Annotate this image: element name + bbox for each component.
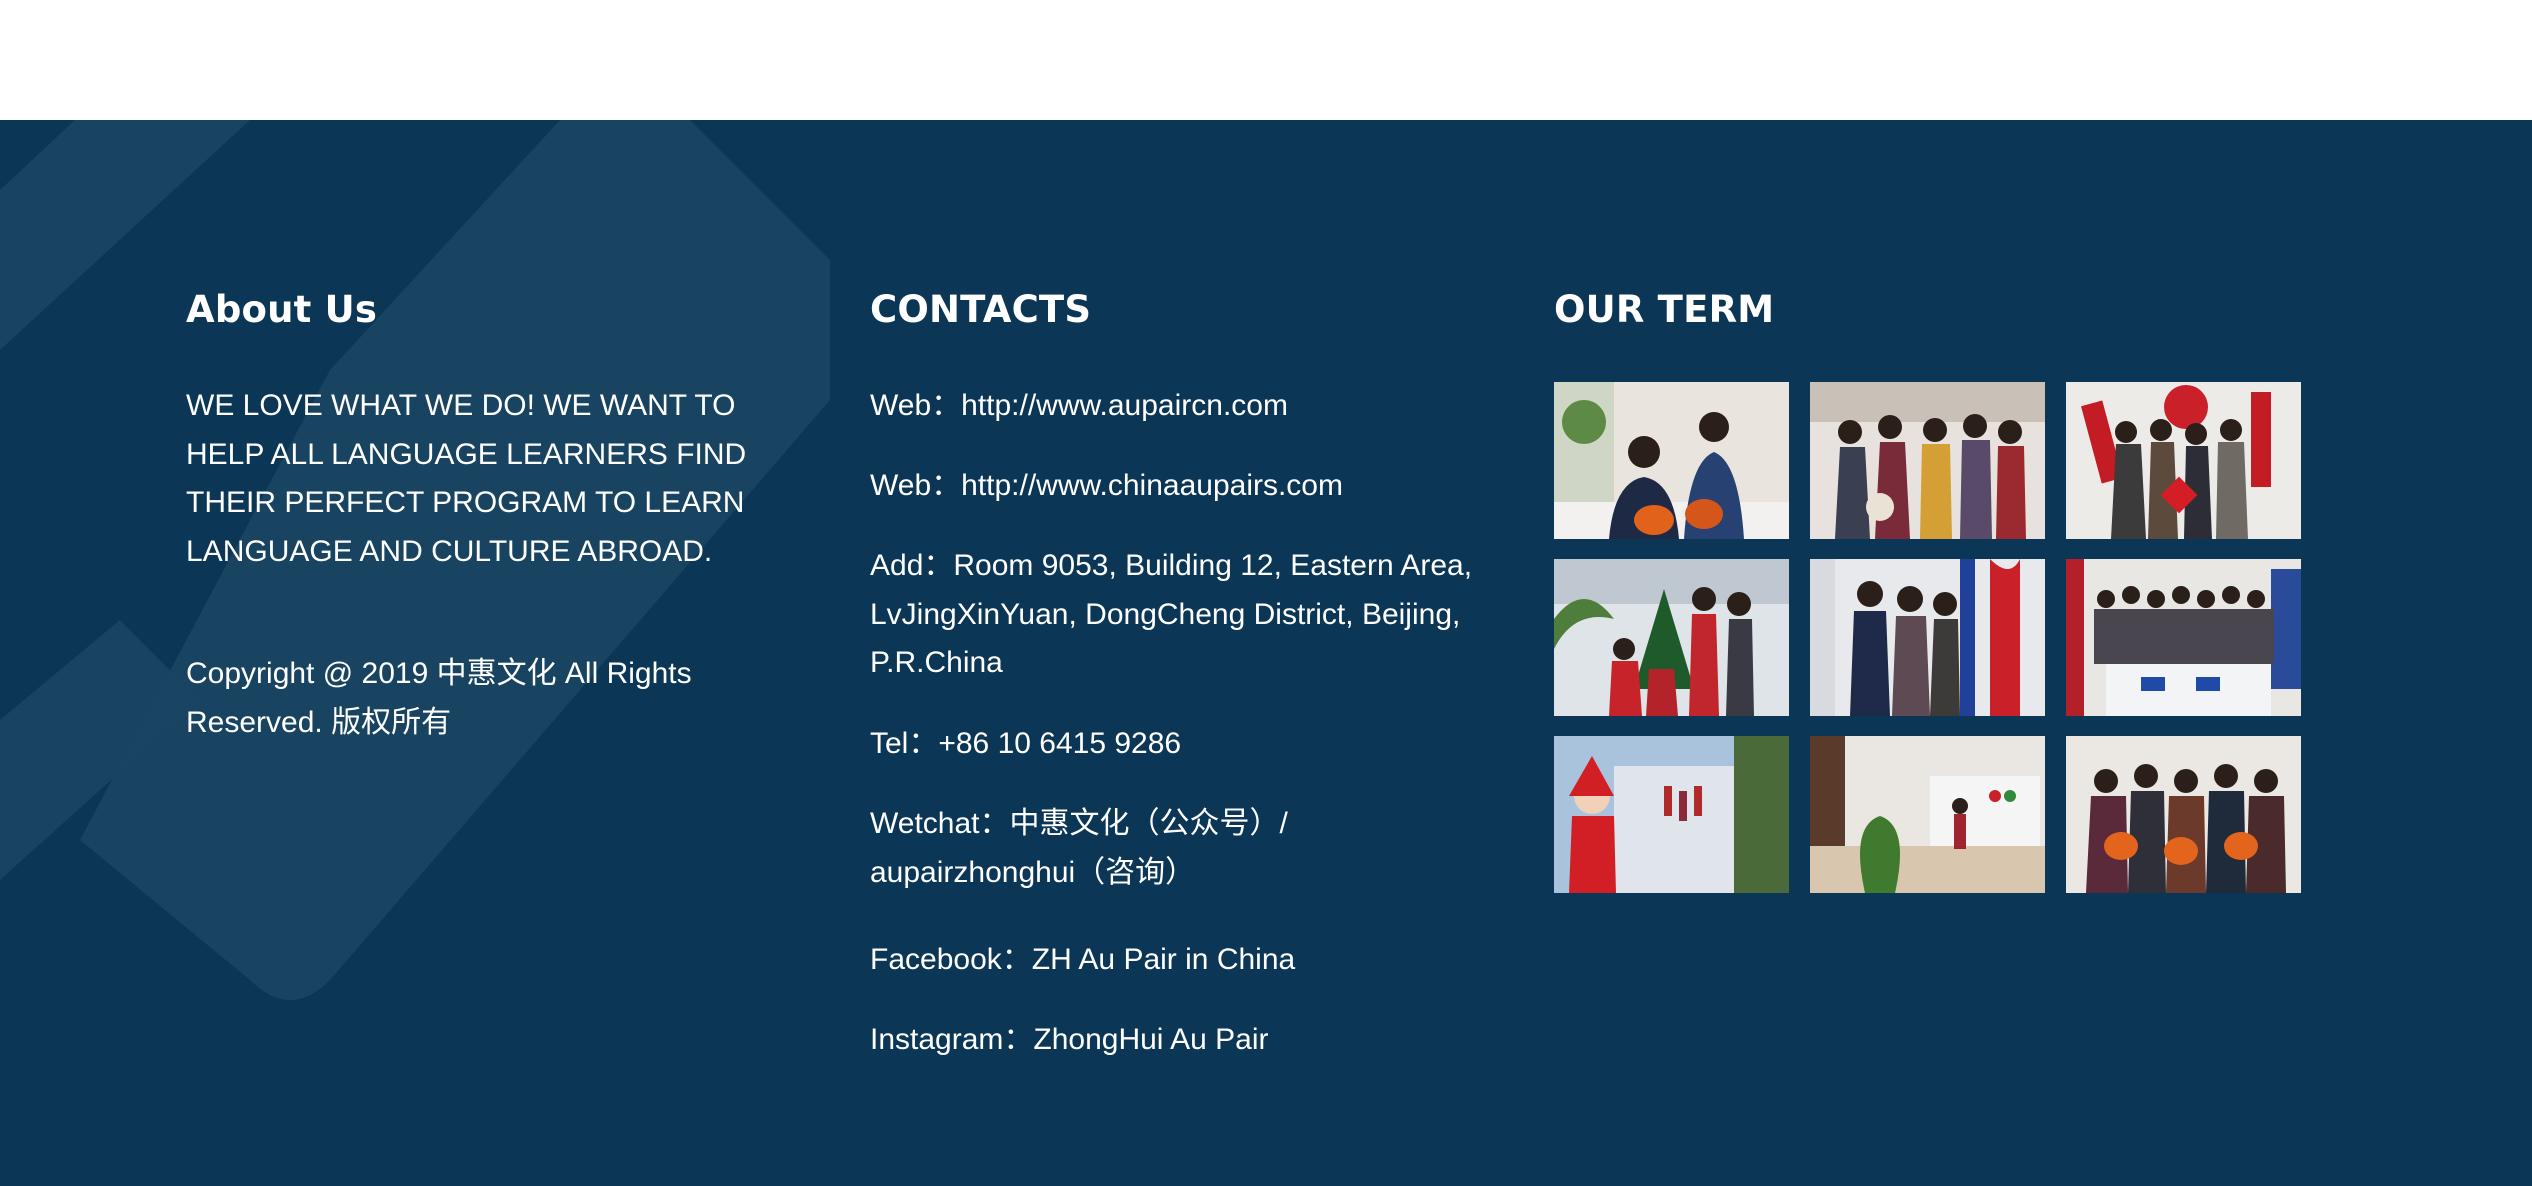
our-term-heading: OUR TERM [1554, 288, 1775, 331]
team-photo-2-image [1810, 382, 2045, 539]
copyright-notice: Copyright @ 2019 中惠文化 All Rights Reserve… [186, 650, 786, 747]
team-photo-2[interactable] [1810, 382, 2045, 539]
team-photo-4[interactable] [1554, 559, 1789, 716]
contact-web-link-1[interactable]: Web：http://www.aupaircn.com [870, 382, 1510, 431]
team-photo-9[interactable] [2066, 736, 2301, 893]
copyright-line-2: Reserved. 版权所有 [186, 705, 452, 739]
team-photo-7[interactable] [1554, 736, 1789, 893]
contact-wechat-line-2: aupairzhonghui（咨询） [870, 855, 1196, 889]
team-photo-1[interactable] [1554, 382, 1789, 539]
team-photo-4-image [1554, 559, 1789, 716]
team-photo-8-image [1810, 736, 2045, 893]
team-photo-gallery [1554, 382, 2301, 893]
about-us-heading: About Us [186, 288, 378, 331]
team-photo-1-image [1554, 382, 1789, 539]
contact-web-link-2[interactable]: Web：http://www.chinaaupairs.com [870, 462, 1510, 511]
contact-address-line-2: LvJingXinYuan, DongCheng District, Beiji… [870, 597, 1461, 631]
contact-wechat-line-1: Wetchat：中惠文化（公众号）/ [870, 807, 1288, 840]
contact-wechat: Wetchat：中惠文化（公众号）/ aupairzhonghui（咨询） [870, 800, 1510, 897]
team-photo-3-image [2066, 382, 2301, 539]
contact-facebook[interactable]: Facebook：ZH Au Pair in China [870, 936, 1510, 985]
contact-telephone: Tel：+86 10 6415 9286 [870, 727, 1182, 760]
team-photo-6-image [2066, 559, 2301, 716]
contact-address-line-1: Add：Room 9053, Building 12, Eastern Area… [870, 549, 1473, 582]
contacts-heading: CONTACTS [870, 288, 1092, 331]
about-us-description: WE LOVE WHAT WE DO! WE WANT TO HELP ALL … [186, 389, 747, 568]
copyright-line-1: Copyright @ 2019 中惠文化 All Rights [186, 657, 692, 690]
team-photo-9-image [2066, 736, 2301, 893]
site-footer: About Us WE LOVE WHAT WE DO! WE WANT TO … [0, 120, 2532, 1186]
page-top-blank-area [0, 0, 2532, 120]
team-photo-5[interactable] [1810, 559, 2045, 716]
team-photo-6[interactable] [2066, 559, 2301, 716]
team-photo-5-image [1810, 559, 2045, 716]
team-photo-3[interactable] [2066, 382, 2301, 539]
contact-address-line-3: P.R.China [870, 646, 1003, 679]
contact-address: Add：Room 9053, Building 12, Eastern Area… [870, 542, 1510, 688]
contact-instagram[interactable]: Instagram：ZhongHui Au Pair [870, 1016, 1510, 1065]
team-photo-7-image [1554, 736, 1789, 893]
team-photo-8[interactable] [1810, 736, 2045, 893]
